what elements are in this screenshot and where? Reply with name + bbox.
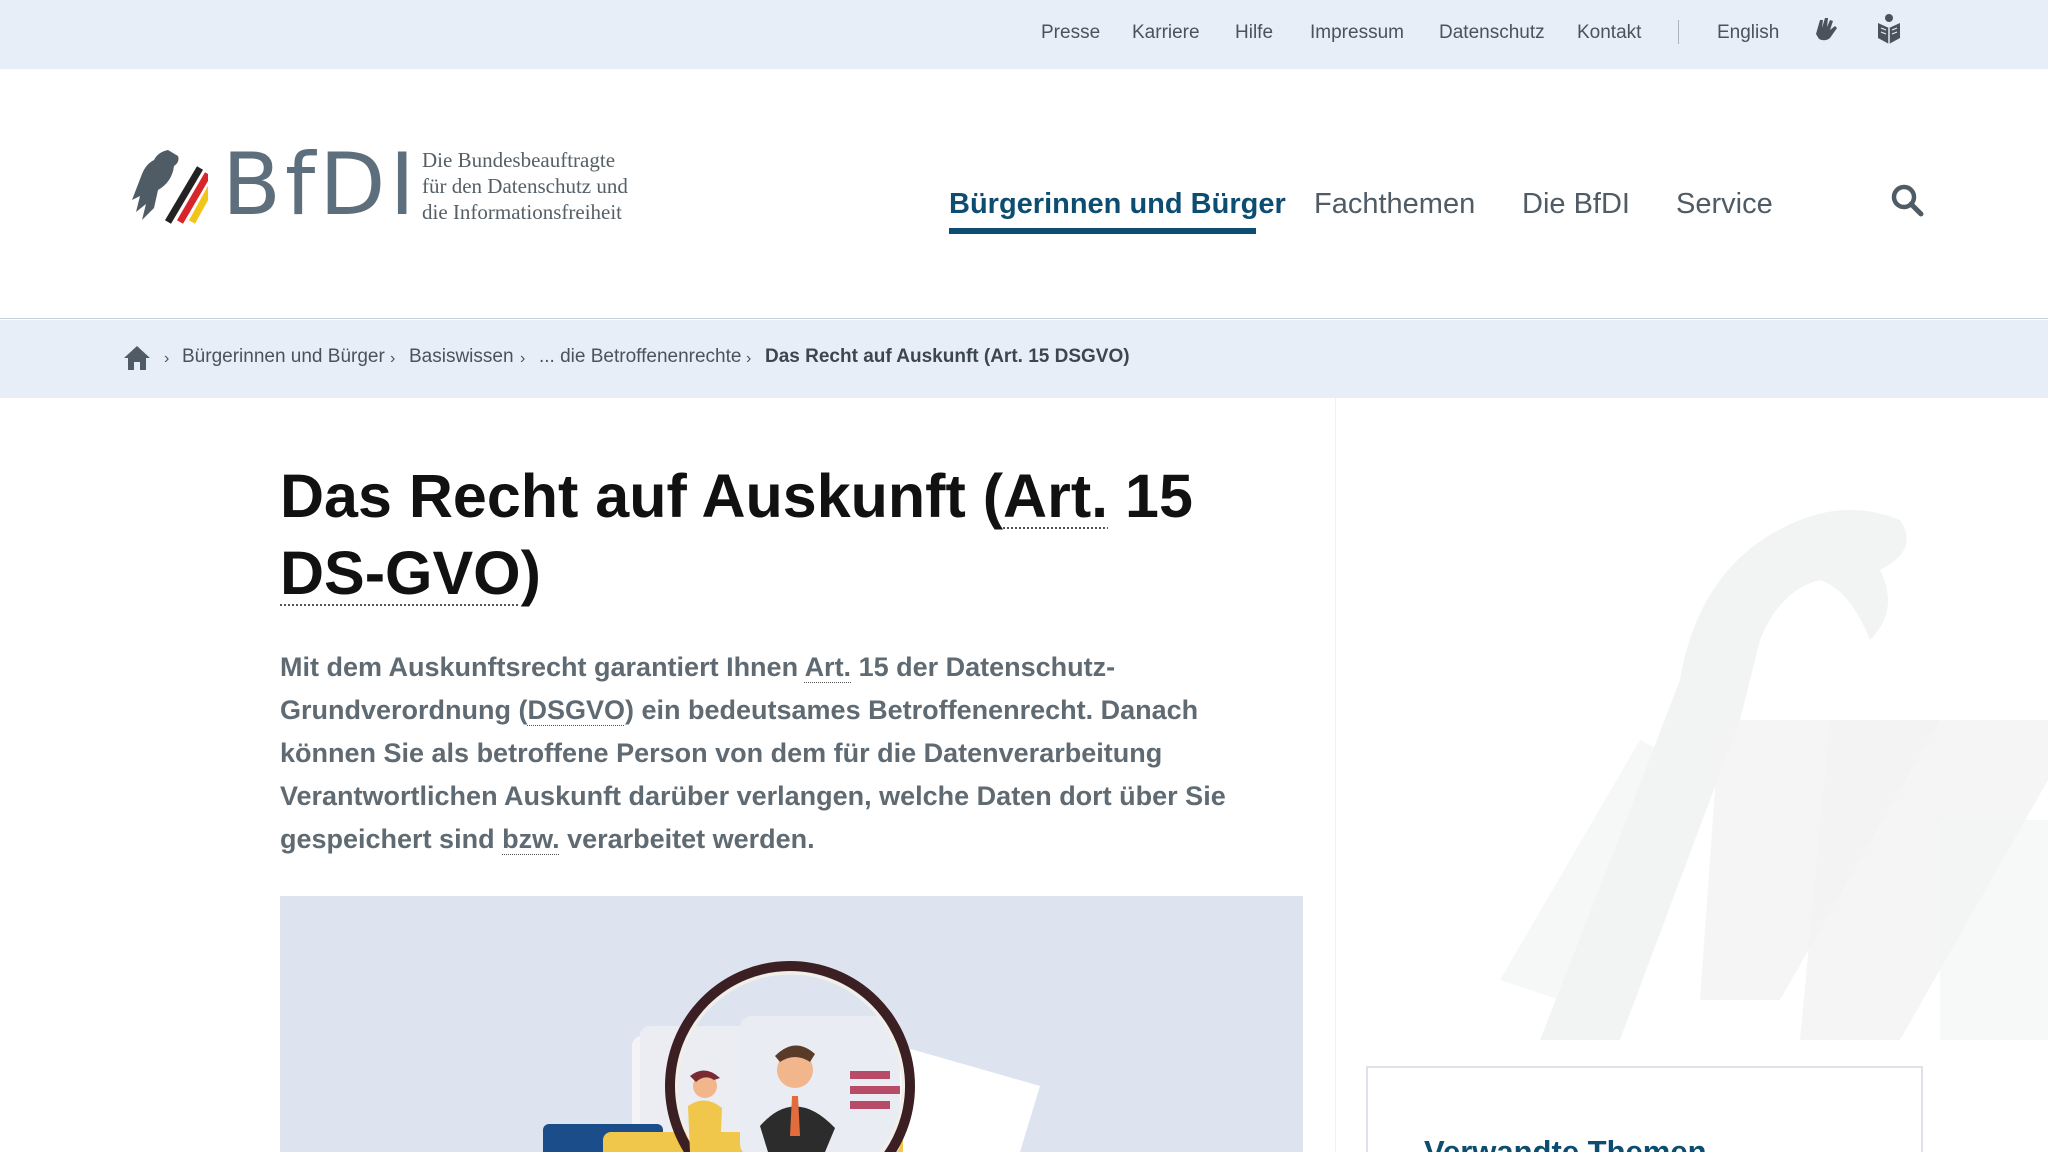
article-illustration — [280, 896, 1303, 1152]
related-topics-box: Verwandte Themen — [1366, 1066, 1923, 1152]
chevron-right-icon: › — [164, 350, 170, 367]
breadcrumb-item[interactable]: Basiswissen — [409, 346, 514, 368]
magnifier-illustration — [543, 961, 1040, 1152]
link-kontakt[interactable]: Kontakt — [1577, 22, 1641, 44]
utility-bar: Presse Karriere Hilfe Impressum Datensch… — [0, 0, 2048, 69]
link-karriere[interactable]: Karriere — [1132, 22, 1200, 44]
breadcrumb-current: Das Recht auf Auskunft (Art. 15 DSGVO) — [765, 346, 1130, 367]
logo-subtitle-line: für den Datenschutz und — [422, 174, 628, 198]
chevron-right-icon: › — [520, 350, 526, 367]
breadcrumb-item[interactable]: Bürgerinnen und Bürger — [182, 346, 385, 368]
abbr-bzw[interactable]: bzw. — [502, 824, 560, 854]
bfdi-wordmark[interactable]: BfDI — [222, 140, 419, 230]
home-icon[interactable] — [122, 344, 152, 372]
title-text: Das Recht auf Auskunft ( — [280, 462, 1004, 530]
abbr-article[interactable]: Art. — [805, 652, 852, 682]
nav-buergerinnen[interactable]: Bürgerinnen und Bürger — [949, 188, 1286, 221]
active-nav-indicator — [949, 228, 1256, 234]
nav-service[interactable]: Service — [1676, 188, 1773, 221]
logo-subtitle: Die Bundesbeauftragte für den Datenschut… — [422, 147, 628, 225]
sign-language-icon[interactable] — [1810, 12, 1844, 46]
page-title: Das Recht auf Auskunft (Art. 15 DS-GVO) — [280, 458, 1310, 612]
divider — [1678, 20, 1679, 44]
link-english[interactable]: English — [1717, 22, 1779, 44]
breadcrumb-item[interactable]: ... die Betroffenenrechte — [539, 346, 741, 368]
logo-subtitle-line: die Informationsfreiheit — [422, 200, 623, 224]
nav-fachthemen[interactable]: Fachthemen — [1314, 188, 1475, 221]
lead-text: verarbeitet werden. — [559, 824, 815, 854]
federal-eagle-icon[interactable] — [128, 148, 208, 224]
abbr-dsgvo[interactable]: DS-GVO — [280, 539, 521, 607]
chevron-right-icon: › — [746, 350, 752, 367]
related-topics-title: Verwandte Themen — [1424, 1134, 1707, 1152]
nav-die-bfdi[interactable]: Die BfDI — [1522, 188, 1630, 221]
title-text: ) — [520, 539, 541, 607]
lead-text: Mit dem Auskunftsrecht garantiert Ihnen — [280, 652, 805, 682]
easy-language-icon[interactable] — [1872, 12, 1906, 46]
abbr-dsgvo[interactable]: DSGVO — [527, 695, 625, 725]
link-hilfe[interactable]: Hilfe — [1235, 22, 1273, 44]
lead-paragraph: Mit dem Auskunftsrecht garantiert Ihnen … — [280, 646, 1300, 861]
link-presse[interactable]: Presse — [1041, 22, 1100, 44]
search-icon[interactable] — [1890, 183, 1924, 217]
breadcrumb: › Bürgerinnen und Bürger › Basiswissen ›… — [0, 320, 2048, 398]
abbr-article[interactable]: Art. — [1003, 462, 1108, 530]
logo-subtitle-line: Die Bundesbeauftragte — [422, 148, 616, 172]
chevron-right-icon: › — [390, 350, 396, 367]
title-text: 15 — [1108, 462, 1193, 530]
link-impressum[interactable]: Impressum — [1310, 22, 1404, 44]
link-datenschutz[interactable]: Datenschutz — [1439, 22, 1545, 44]
federal-eagle-watermark-icon — [1500, 510, 2048, 1040]
